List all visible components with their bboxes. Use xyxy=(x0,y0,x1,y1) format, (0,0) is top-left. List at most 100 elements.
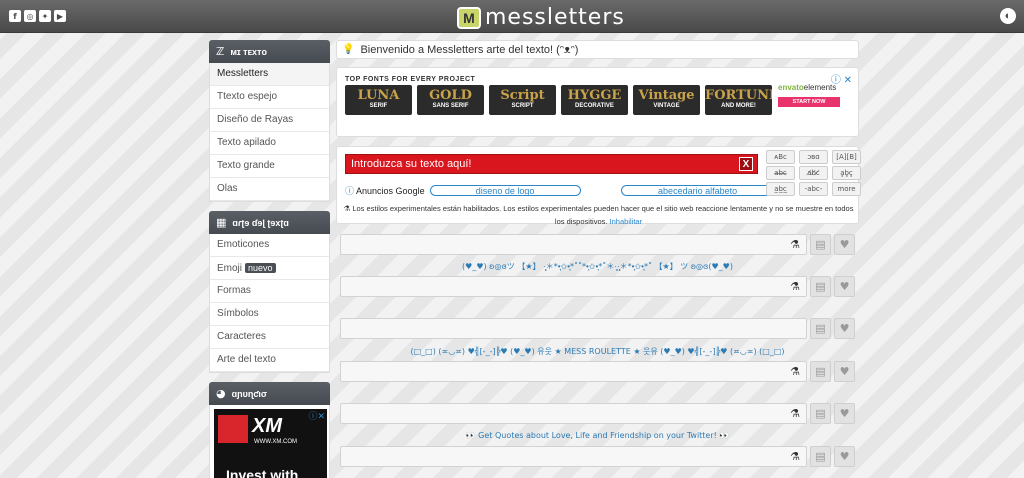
text-input[interactable]: Introduzca su texto aquí! X xyxy=(345,154,758,174)
logo-mark: M xyxy=(457,6,481,29)
instagram-icon[interactable]: ◎ xyxy=(24,10,36,22)
heart-icon[interactable]: ♥ xyxy=(834,234,855,255)
ad-tile-script[interactable]: Script SCRIPT xyxy=(489,85,556,115)
flask-icon[interactable]: ⚗ xyxy=(790,280,800,293)
top-bar: f ◎ ✦ ▶ M messletters ◐ xyxy=(0,0,1024,33)
sidebar-ad[interactable]: XM WWW.XM.COM Invest with ⓘ✕ xyxy=(209,405,330,478)
style-button[interactable]: a͇b͇c͇ xyxy=(832,166,861,180)
ad-info-close-icon[interactable]: ⓘ ✕ xyxy=(831,71,852,86)
text-editor: Introduzca su texto aquí! X ⓘ Anuncios G… xyxy=(336,146,861,226)
heart-icon[interactable]: ♥ xyxy=(834,446,855,467)
flask-icon[interactable]: ⚗ xyxy=(790,238,800,251)
style-button[interactable]: -abc- xyxy=(799,182,828,196)
output-text-box[interactable]: ⚗ xyxy=(340,234,807,255)
notice-text: Los estilos experimentales están habilit… xyxy=(352,204,854,226)
ad-tile-deco: Vintage xyxy=(638,88,695,103)
style-button[interactable]: [A][B] xyxy=(832,150,861,164)
arte-list: Emoticones Emoji nuevo Formas Símbolos Ca… xyxy=(209,234,330,373)
sidebar: ℤ ᴍɪ ᴛᴇxᴛᴏ Messletters Ttexto espejo Dis… xyxy=(209,40,330,478)
output-row: ▤ ♥ xyxy=(340,318,855,339)
clear-button[interactable]: X xyxy=(739,157,753,171)
disable-link[interactable]: Inhabilitar xyxy=(610,217,643,226)
ad-tile-sans-serif[interactable]: GOLD SANS SERIF xyxy=(417,85,484,115)
logo-text: messletters xyxy=(485,5,625,30)
copy-icon[interactable]: ▤ xyxy=(810,276,831,297)
ad-tile-vintage[interactable]: Vintage VINTAGE xyxy=(633,85,700,115)
output-text-box[interactable]: ⚗ xyxy=(340,403,807,424)
fonts-ad[interactable]: TOP FONTS FOR EVERY PROJECT LUNA SERIF GO… xyxy=(336,67,859,137)
ad-link-logo[interactable]: diseno de logo xyxy=(429,185,581,196)
anuncio-title: ɑɲυɳƈισ xyxy=(231,388,268,399)
sidebar-item-emoji[interactable]: Emoji nuevo xyxy=(210,257,329,280)
mi-texto-section: ℤ ᴍɪ ᴛᴇxᴛᴏ Messletters Ttexto espejo Dis… xyxy=(209,40,330,202)
site-logo[interactable]: M messletters xyxy=(457,5,625,30)
output-text-box[interactable]: ⚗ xyxy=(340,361,807,382)
heart-icon[interactable]: ♥ xyxy=(834,276,855,297)
sidebar-item-emoji-label: Emoji xyxy=(217,263,243,274)
arte-title: ɑɾʈɘ ɗɘɭ ʈɘxʈɑ xyxy=(232,217,289,228)
style-button[interactable]: ᴀBc xyxy=(766,150,795,164)
ad-tile-label: SERIF xyxy=(369,103,388,109)
copy-icon[interactable]: ▤ xyxy=(810,318,831,339)
style-button[interactable]: ɔʙɑ xyxy=(799,150,828,164)
copy-icon[interactable]: ▤ xyxy=(810,361,831,382)
deco-text-line[interactable]: 👀 Get Quotes about Love, Life and Friend… xyxy=(336,431,859,440)
output-text-box[interactable] xyxy=(340,318,807,339)
ad-link-alfabeto[interactable]: abecedario alfabeto xyxy=(620,185,775,196)
deco-text-line[interactable]: (□_□) (≖◡≖) ♥╣[-_-]╠♥ (♥_♥) 유웃 ★ MESS RO… xyxy=(336,346,859,357)
language-globe-icon[interactable]: ◐ xyxy=(1000,8,1016,24)
ad-tile-deco: LUNA xyxy=(357,88,400,103)
youtube-icon[interactable]: ▶ xyxy=(54,10,66,22)
sidebar-item-caracteres[interactable]: Caracteres xyxy=(210,326,329,349)
ad-tile-serif[interactable]: LUNA SERIF xyxy=(345,85,412,115)
sidebar-item-texto-apilado[interactable]: Texto apilado xyxy=(210,132,329,155)
welcome-bar: 💡 Bienvenido a Messletters arte del text… xyxy=(336,40,859,59)
arte-section: ▦ ɑɾʈɘ ɗɘɭ ʈɘxʈɑ Emoticones Emoji nuevo F… xyxy=(209,211,330,373)
deco-text-line[interactable]: (♥_♥) ʚ◎ɞツ 【★】 ·̩̩̥͙＊*•̩̩͙✩•̩̩͙*˚˚*•̩̩͙✩… xyxy=(336,261,859,272)
ad-close-icon[interactable]: ⓘ✕ xyxy=(308,409,325,422)
envato-brand: envato xyxy=(778,83,804,92)
copy-icon[interactable]: ▤ xyxy=(810,234,831,255)
copy-icon[interactable]: ▤ xyxy=(810,403,831,424)
output-row: ⚗ ▤ ♥ xyxy=(340,234,855,255)
start-now-button[interactable]: START NOW xyxy=(778,97,840,107)
style-button[interactable]: a̲b̲c̲ xyxy=(766,182,795,196)
sidebar-item-texto-grande[interactable]: Texto grande xyxy=(210,155,329,178)
output-row: ⚗ ▤ ♥ xyxy=(340,276,855,297)
heart-icon[interactable]: ♥ xyxy=(834,403,855,424)
ad-title: TOP FONTS FOR EVERY PROJECT xyxy=(345,76,476,83)
output-text-box[interactable]: ⚗ xyxy=(340,446,807,467)
facebook-icon[interactable]: f xyxy=(9,10,21,22)
style-button[interactable]: a̸b̸c̸ xyxy=(799,166,828,180)
sidebar-item-simbolos[interactable]: Símbolos xyxy=(210,303,329,326)
sidebar-item-emoticones[interactable]: Emoticones xyxy=(210,234,329,257)
style-buttons: ᴀBc ɔʙɑ [A][B] a̶b̶c̶ a̸b̸c̸ a͇b͇c͇ a̲b̲… xyxy=(766,150,861,196)
ad-tile-deco: GOLD xyxy=(429,88,472,103)
anuncio-section: ◕ ɑɲυɳƈισ XM WWW.XM.COM Invest with ⓘ✕ xyxy=(209,382,330,478)
sidebar-item-messletters[interactable]: Messletters xyxy=(210,63,329,86)
sidebar-item-olas[interactable]: Olas xyxy=(210,178,329,201)
ad-tile-label: VINTAGE xyxy=(653,103,680,109)
sidebar-item-texto-espejo[interactable]: Ttexto espejo xyxy=(210,86,329,109)
style-button[interactable]: a̶b̶c̶ xyxy=(766,166,795,180)
ads-label-text: Anuncios Google xyxy=(356,186,425,196)
sidebar-item-diseno-rayas[interactable]: Diseño de Rayas xyxy=(210,109,329,132)
output-text-box[interactable]: ⚗ xyxy=(340,276,807,297)
social-links: f ◎ ✦ ▶ xyxy=(9,10,66,22)
more-styles-button[interactable]: more xyxy=(832,182,861,196)
ad-tiles: LUNA SERIF GOLD SANS SERIF Script SCRIPT HY… xyxy=(345,85,772,115)
flask-icon[interactable]: ⚗ xyxy=(790,450,800,463)
anuncio-icon: ◕ xyxy=(216,387,226,400)
ad-tile-decorative[interactable]: HYGGE DECORATIVE xyxy=(561,85,628,115)
twitter-icon[interactable]: ✦ xyxy=(39,10,51,22)
flask-icon[interactable]: ⚗ xyxy=(790,365,800,378)
xm-logo-text: XM xyxy=(252,415,282,437)
sidebar-item-formas[interactable]: Formas xyxy=(210,280,329,303)
heart-icon[interactable]: ♥ xyxy=(834,318,855,339)
heart-icon[interactable]: ♥ xyxy=(834,361,855,382)
mi-texto-list: Messletters Ttexto espejo Diseño de Raya… xyxy=(209,63,330,202)
sidebar-item-arte-texto[interactable]: Arte del texto xyxy=(210,349,329,372)
ad-tile-and-more[interactable]: FORTUNE AND MORE! xyxy=(705,85,772,115)
flask-icon[interactable]: ⚗ xyxy=(790,407,800,420)
copy-icon[interactable]: ▤ xyxy=(810,446,831,467)
